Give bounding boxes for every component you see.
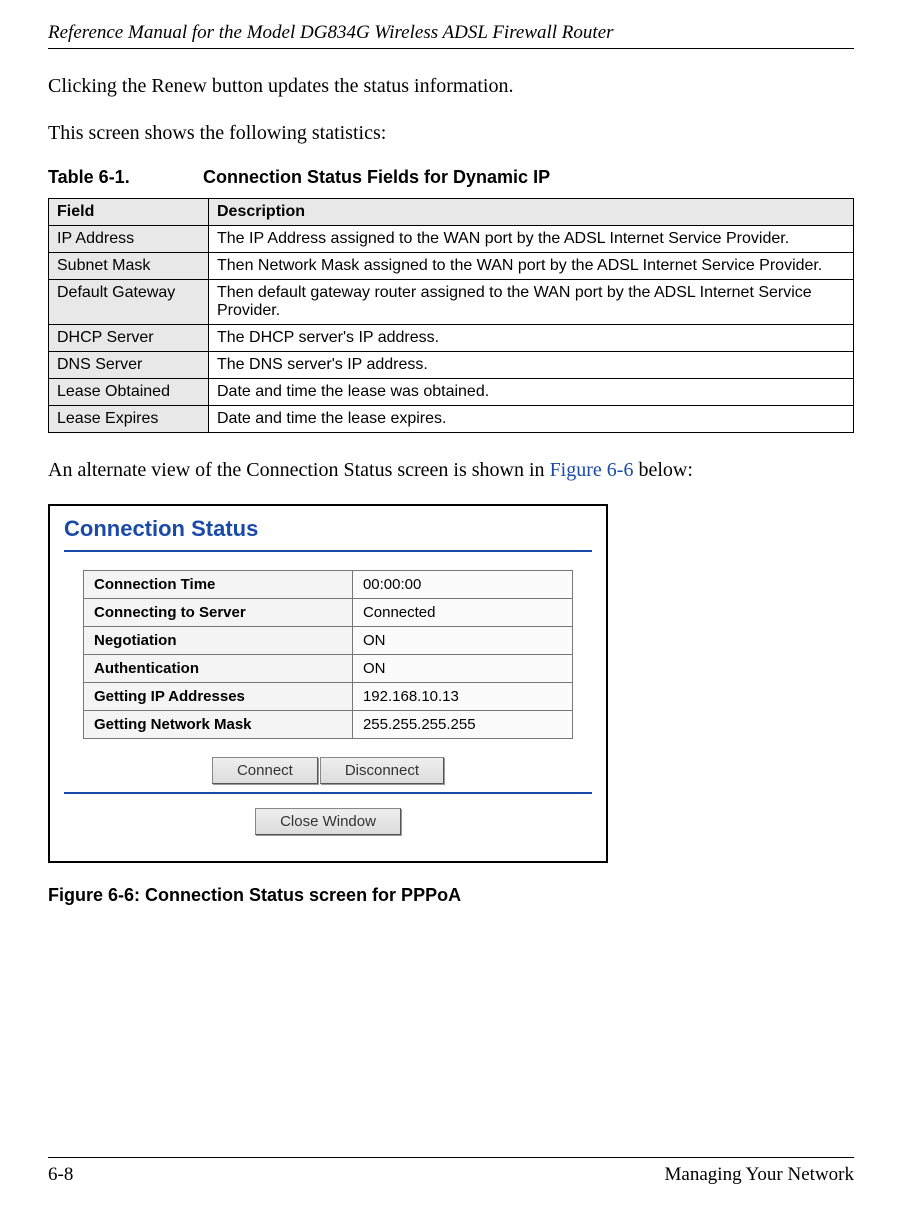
cell-field: Default Gateway — [49, 280, 209, 325]
cs-label: Authentication — [84, 655, 353, 683]
page-number: 6-8 — [48, 1164, 73, 1186]
table-row: DNS ServerThe DNS server's IP address. — [49, 352, 854, 379]
cell-field: Lease Expires — [49, 406, 209, 433]
cs-row: NegotiationON — [84, 627, 573, 655]
cell-description: Then default gateway router assigned to … — [209, 280, 854, 325]
doc-header-title: Reference Manual for the Model DG834G Wi… — [48, 22, 854, 44]
table-caption: Table 6-1. Connection Status Fields for … — [48, 167, 854, 188]
cs-value: 00:00:00 — [352, 571, 572, 599]
page-footer: 6-8 Managing Your Network — [48, 1157, 854, 1186]
figure-bottom-rule — [64, 792, 592, 794]
paragraph-3b: below: — [633, 459, 692, 481]
table-row: DHCP ServerThe DHCP server's IP address. — [49, 325, 854, 352]
paragraph-3: An alternate view of the Connection Stat… — [48, 457, 854, 484]
footer-rule — [48, 1157, 854, 1158]
cs-row: Connection Time00:00:00 — [84, 571, 573, 599]
cs-label: Getting Network Mask — [84, 711, 353, 739]
cs-row: AuthenticationON — [84, 655, 573, 683]
table-header-description: Description — [209, 199, 854, 226]
connection-status-title: Connection Status — [64, 516, 592, 542]
cs-row: Connecting to ServerConnected — [84, 599, 573, 627]
cell-description: The IP Address assigned to the WAN port … — [209, 226, 854, 253]
table-row: Subnet MaskThen Network Mask assigned to… — [49, 253, 854, 280]
cs-value: ON — [352, 655, 572, 683]
cell-description: Then Network Mask assigned to the WAN po… — [209, 253, 854, 280]
cs-label: Negotiation — [84, 627, 353, 655]
table-row: IP AddressThe IP Address assigned to the… — [49, 226, 854, 253]
cs-row: Getting IP Addresses192.168.10.13 — [84, 683, 573, 711]
cs-value: Connected — [352, 599, 572, 627]
figure-button-row-2: Close Window — [64, 808, 592, 835]
cs-value: 192.168.10.13 — [352, 683, 572, 711]
cell-field: Subnet Mask — [49, 253, 209, 280]
cs-value: ON — [352, 627, 572, 655]
cell-description: The DNS server's IP address. — [209, 352, 854, 379]
connection-status-fields-table: Field Description IP AddressThe IP Addre… — [48, 198, 854, 433]
table-row: Lease ObtainedDate and time the lease wa… — [49, 379, 854, 406]
figure-button-row-1: ConnectDisconnect — [64, 757, 592, 784]
paragraph-2: This screen shows the following statisti… — [48, 120, 854, 147]
connection-status-figure: Connection Status Connection Time00:00:0… — [48, 504, 608, 863]
cell-description: Date and time the lease expires. — [209, 406, 854, 433]
cell-description: The DHCP server's IP address. — [209, 325, 854, 352]
table-caption-label: Table 6-1. — [48, 167, 198, 188]
cell-description: Date and time the lease was obtained. — [209, 379, 854, 406]
table-row: Lease ExpiresDate and time the lease exp… — [49, 406, 854, 433]
cell-field: DNS Server — [49, 352, 209, 379]
paragraph-3a: An alternate view of the Connection Stat… — [48, 459, 550, 481]
table-caption-text: Connection Status Fields for Dynamic IP — [203, 167, 550, 187]
cs-row: Getting Network Mask255.255.255.255 — [84, 711, 573, 739]
connection-status-table: Connection Time00:00:00 Connecting to Se… — [83, 570, 573, 739]
cs-value: 255.255.255.255 — [352, 711, 572, 739]
section-title: Managing Your Network — [665, 1164, 854, 1186]
cell-field: DHCP Server — [49, 325, 209, 352]
figure-caption: Figure 6-6: Connection Status screen for… — [48, 885, 854, 906]
cell-field: IP Address — [49, 226, 209, 253]
cell-field: Lease Obtained — [49, 379, 209, 406]
header-rule — [48, 48, 854, 49]
figure-top-rule — [64, 550, 592, 552]
close-window-button[interactable]: Close Window — [255, 808, 401, 835]
paragraph-1: Clicking the Renew button updates the st… — [48, 73, 854, 100]
cs-label: Getting IP Addresses — [84, 683, 353, 711]
figure-reference-link[interactable]: Figure 6-6 — [550, 459, 634, 481]
table-header-field: Field — [49, 199, 209, 226]
cs-label: Connecting to Server — [84, 599, 353, 627]
disconnect-button[interactable]: Disconnect — [320, 757, 444, 784]
cs-label: Connection Time — [84, 571, 353, 599]
table-row: Default GatewayThen default gateway rout… — [49, 280, 854, 325]
connect-button[interactable]: Connect — [212, 757, 318, 784]
